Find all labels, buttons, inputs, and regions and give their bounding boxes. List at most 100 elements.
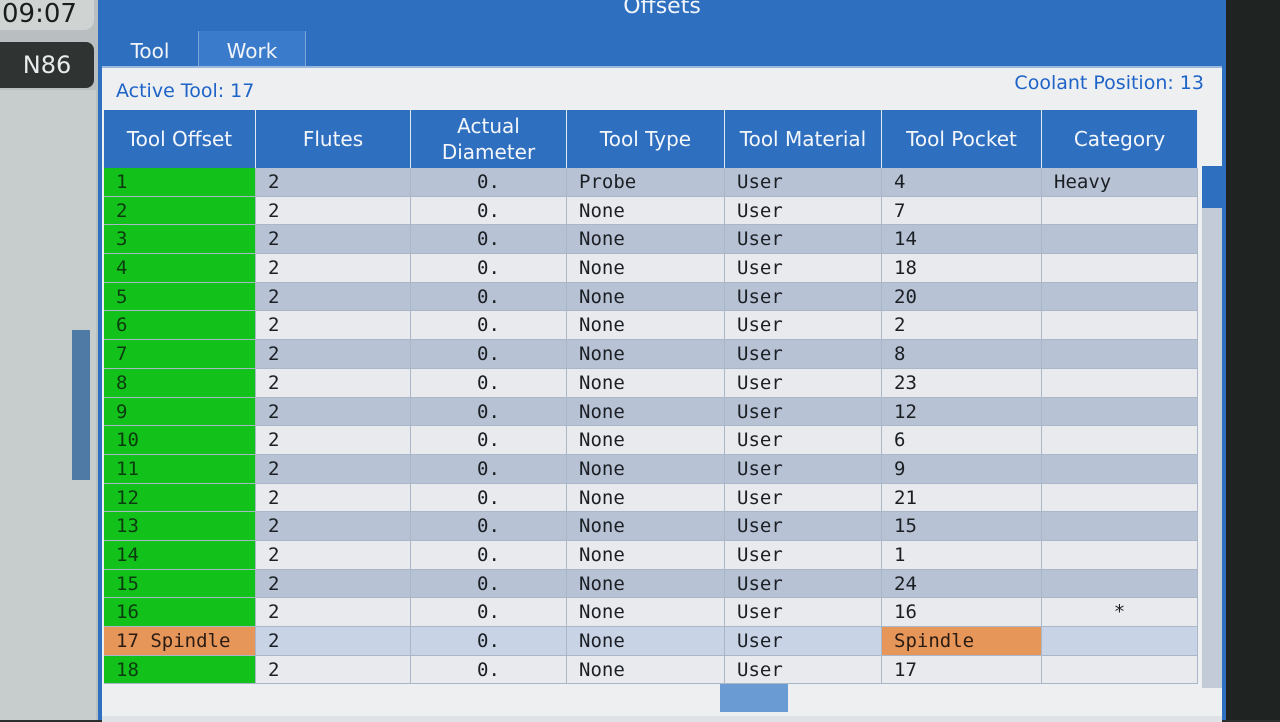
- cell-actual-diameter[interactable]: 0.: [411, 512, 567, 541]
- cell-category[interactable]: [1042, 368, 1198, 398]
- cell-actual-diameter[interactable]: 0.: [411, 196, 567, 226]
- cell-category[interactable]: Heavy: [1042, 168, 1198, 197]
- cell-tool-pocket[interactable]: 23: [882, 368, 1042, 398]
- header-tool-material[interactable]: Tool Material: [725, 110, 882, 168]
- table-row[interactable]: 5 2 0. None User 20: [104, 282, 1198, 312]
- cell-tool-material[interactable]: User: [725, 426, 882, 455]
- cell-tool-material[interactable]: User: [725, 655, 882, 685]
- cell-flutes[interactable]: 2: [256, 225, 411, 255]
- cell-category[interactable]: [1042, 426, 1198, 455]
- cell-flutes[interactable]: 2: [256, 512, 411, 541]
- cell-tool-material[interactable]: User: [725, 225, 882, 255]
- cell-flutes[interactable]: 2: [256, 340, 411, 369]
- cell-tool-pocket[interactable]: 14: [882, 225, 1042, 255]
- cell-tool-type[interactable]: None: [567, 397, 725, 427]
- cell-category[interactable]: [1042, 225, 1198, 255]
- cell-flutes[interactable]: 2: [256, 196, 411, 226]
- cell-tool-pocket[interactable]: 7: [882, 196, 1042, 226]
- table-row[interactable]: 2 2 0. None User 7: [104, 196, 1198, 226]
- cell-tool-type[interactable]: None: [567, 655, 725, 685]
- cell-actual-diameter[interactable]: 0.: [411, 598, 567, 627]
- cell-actual-diameter[interactable]: 0.: [411, 368, 567, 398]
- cell-category[interactable]: [1042, 282, 1198, 312]
- table-row[interactable]: 4 2 0. None User 18: [104, 254, 1198, 283]
- cell-tool-type[interactable]: None: [567, 540, 725, 570]
- cell-category[interactable]: [1042, 655, 1198, 685]
- cell-tool-offset[interactable]: 16: [104, 598, 256, 627]
- cell-tool-type[interactable]: None: [567, 598, 725, 627]
- cell-flutes[interactable]: 2: [256, 540, 411, 570]
- cell-tool-offset[interactable]: 7: [104, 340, 256, 369]
- cell-tool-type[interactable]: None: [567, 569, 725, 599]
- cell-tool-material[interactable]: User: [725, 512, 882, 541]
- cell-tool-type[interactable]: None: [567, 512, 725, 541]
- tab-tool[interactable]: Tool: [104, 31, 196, 69]
- table-row[interactable]: 6 2 0. None User 2: [104, 311, 1198, 341]
- table-row[interactable]: 3 2 0. None User 14: [104, 225, 1198, 255]
- cell-tool-type[interactable]: None: [567, 254, 725, 283]
- cell-flutes[interactable]: 2: [256, 598, 411, 627]
- header-category[interactable]: Category: [1042, 110, 1198, 168]
- cell-tool-offset[interactable]: 12: [104, 483, 256, 513]
- cell-actual-diameter[interactable]: 0.: [411, 311, 567, 341]
- cell-tool-offset[interactable]: 2: [104, 196, 256, 226]
- table-row[interactable]: 7 2 0. None User 8: [104, 340, 1198, 369]
- cell-category[interactable]: [1042, 454, 1198, 484]
- cell-category[interactable]: [1042, 196, 1198, 226]
- cell-category[interactable]: [1042, 254, 1198, 283]
- cell-actual-diameter[interactable]: 0.: [411, 627, 567, 656]
- cell-tool-pocket[interactable]: 2: [882, 311, 1042, 341]
- cell-actual-diameter[interactable]: 0.: [411, 168, 567, 197]
- header-flutes[interactable]: Flutes: [256, 110, 411, 168]
- cell-tool-material[interactable]: User: [725, 168, 882, 197]
- cell-tool-pocket[interactable]: 9: [882, 454, 1042, 484]
- cell-tool-pocket[interactable]: 21: [882, 483, 1042, 513]
- cell-tool-offset[interactable]: 4: [104, 254, 256, 283]
- cell-tool-type[interactable]: None: [567, 311, 725, 341]
- cell-tool-pocket[interactable]: 16: [882, 598, 1042, 627]
- cell-tool-type[interactable]: None: [567, 225, 725, 255]
- cell-tool-offset[interactable]: 14: [104, 540, 256, 570]
- cell-category[interactable]: [1042, 540, 1198, 570]
- cell-tool-material[interactable]: User: [725, 397, 882, 427]
- cell-tool-offset[interactable]: 17 Spindle: [104, 627, 256, 656]
- cell-tool-offset[interactable]: 15: [104, 569, 256, 599]
- cell-tool-pocket[interactable]: Spindle: [882, 627, 1042, 656]
- cell-tool-offset[interactable]: 8: [104, 368, 256, 398]
- cell-tool-pocket[interactable]: 4: [882, 168, 1042, 197]
- cell-category[interactable]: [1042, 512, 1198, 541]
- cell-actual-diameter[interactable]: 0.: [411, 282, 567, 312]
- cell-tool-material[interactable]: User: [725, 340, 882, 369]
- cell-category[interactable]: [1042, 483, 1198, 513]
- cell-flutes[interactable]: 2: [256, 254, 411, 283]
- cell-tool-type[interactable]: Probe: [567, 168, 725, 197]
- horizontal-scroll-thumb[interactable]: [720, 684, 788, 712]
- table-row[interactable]: 18 2 0. None User 17: [104, 655, 1198, 685]
- cell-tool-pocket[interactable]: 8: [882, 340, 1042, 369]
- cell-flutes[interactable]: 2: [256, 368, 411, 398]
- cell-tool-type[interactable]: None: [567, 340, 725, 369]
- table-row[interactable]: 11 2 0. None User 9: [104, 454, 1198, 484]
- cell-actual-diameter[interactable]: 0.: [411, 340, 567, 369]
- cell-actual-diameter[interactable]: 0.: [411, 397, 567, 427]
- cell-tool-pocket[interactable]: 17: [882, 655, 1042, 685]
- cell-flutes[interactable]: 2: [256, 569, 411, 599]
- cell-category[interactable]: [1042, 340, 1198, 369]
- cell-tool-pocket[interactable]: 6: [882, 426, 1042, 455]
- cell-flutes[interactable]: 2: [256, 282, 411, 312]
- cell-tool-type[interactable]: None: [567, 282, 725, 312]
- cell-flutes[interactable]: 2: [256, 168, 411, 197]
- table-row[interactable]: 9 2 0. None User 12: [104, 397, 1198, 427]
- cell-category[interactable]: *: [1042, 598, 1198, 627]
- cell-tool-material[interactable]: User: [725, 254, 882, 283]
- cell-tool-type[interactable]: None: [567, 483, 725, 513]
- cell-actual-diameter[interactable]: 0.: [411, 225, 567, 255]
- cell-tool-material[interactable]: User: [725, 483, 882, 513]
- cell-tool-offset[interactable]: 9: [104, 397, 256, 427]
- cell-category[interactable]: [1042, 627, 1198, 656]
- left-scrollbar[interactable]: [72, 330, 90, 480]
- cell-tool-material[interactable]: User: [725, 368, 882, 398]
- cell-tool-material[interactable]: User: [725, 454, 882, 484]
- cell-tool-offset[interactable]: 13: [104, 512, 256, 541]
- table-row[interactable]: 1 2 0. Probe User 4 Heavy: [104, 168, 1198, 197]
